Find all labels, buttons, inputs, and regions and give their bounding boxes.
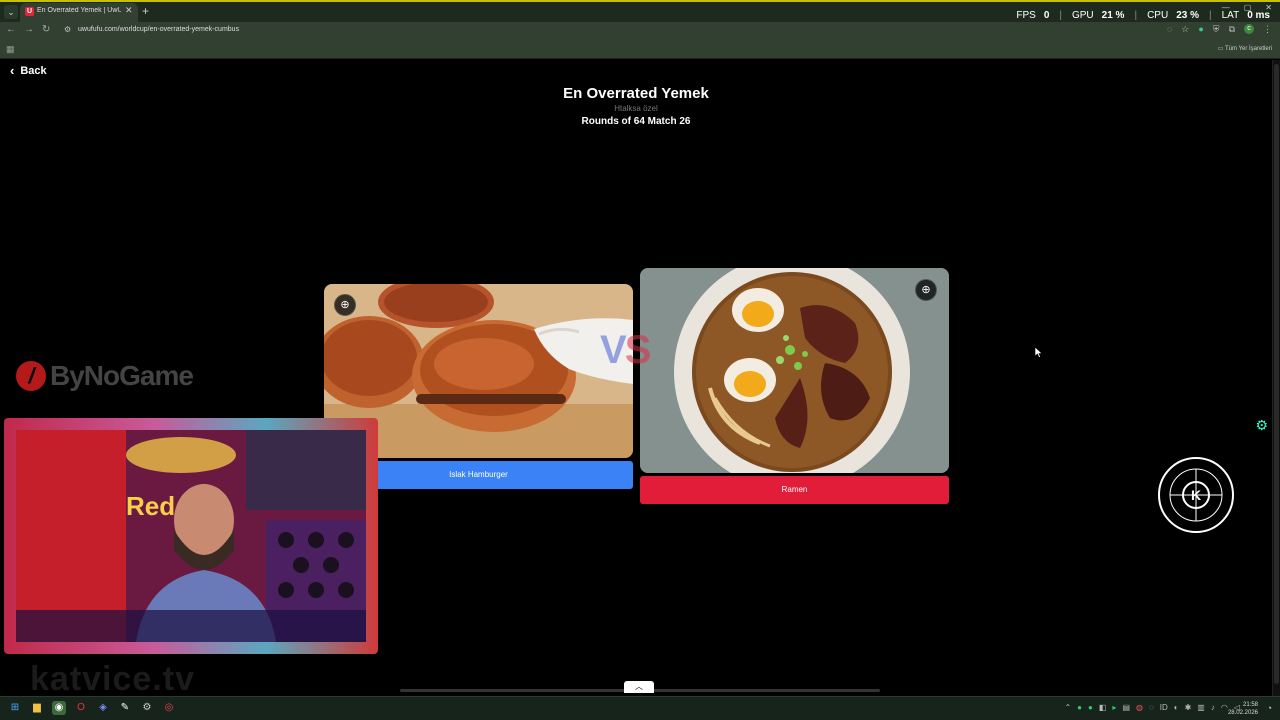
tray-expand-icon[interactable]: ⌃ bbox=[1064, 703, 1071, 712]
katvice-watermark: katvice.tv bbox=[30, 660, 195, 698]
chrome-icon[interactable]: ◉ bbox=[52, 701, 66, 715]
address-bar-actions: ◌ ☆ ● ⛨ ⧉ c ⋮ bbox=[1167, 24, 1272, 35]
app-icon[interactable]: ◎ bbox=[162, 701, 176, 715]
taskbar-apps: ⊞ ▆ ◉ O ◈ ✎ ⚙ ◎ bbox=[8, 701, 176, 715]
discord-icon[interactable]: ◈ bbox=[96, 701, 110, 715]
browser-tab[interactable]: U En Overrated Yemek | UwUFUFU ✕ bbox=[20, 3, 138, 22]
url-field[interactable]: uwufufu.com/worldcup/en-overrated-yemek-… bbox=[78, 26, 239, 33]
bookmark-star-icon[interactable]: ☆ bbox=[1181, 24, 1189, 35]
steam-icon[interactable]: ◐ bbox=[1174, 703, 1179, 712]
system-tray: ⌃ ● ● ◧ ▸ ▤ ◍ ◌ ID ◐ ✱ ▥ ♪ ◠ ◁ bbox=[1064, 703, 1240, 712]
gear-icon[interactable]: ⚙ bbox=[1255, 417, 1268, 434]
site-info-icon[interactable]: ⚙ bbox=[64, 25, 71, 34]
back-arrow-icon[interactable]: ← bbox=[6, 24, 16, 35]
page-content: ‹ Back En Overrated Yemek Htalksa özel R… bbox=[0, 60, 1272, 698]
extension-dot-icon[interactable]: ● bbox=[1198, 24, 1203, 35]
microphone-icon[interactable]: ♪ bbox=[1211, 703, 1215, 712]
bynogame-logo-icon: / bbox=[16, 361, 46, 391]
taskbar-clock[interactable]: 21:58 28.02.2026 bbox=[1228, 701, 1258, 717]
minimize-icon[interactable]: — bbox=[1222, 3, 1230, 12]
tray-app-icon[interactable]: ID bbox=[1160, 703, 1168, 712]
back-label: Back bbox=[20, 64, 47, 77]
notes-icon[interactable]: ✎ bbox=[118, 701, 132, 715]
all-bookmarks-link[interactable]: ▭ Tüm Yer İşaretleri bbox=[1218, 45, 1272, 52]
eye-off-icon[interactable]: ◌ bbox=[1167, 24, 1172, 35]
tray-app-icon[interactable]: ● bbox=[1088, 703, 1093, 712]
wifi-icon[interactable]: ◠ bbox=[1221, 703, 1228, 712]
bluetooth-icon[interactable]: ✱ bbox=[1185, 703, 1192, 712]
apps-grid-icon[interactable]: ▦ bbox=[6, 44, 15, 55]
extensions-icon[interactable]: ⧉ bbox=[1229, 24, 1235, 35]
windows-taskbar: ⊞ ▆ ◉ O ◈ ✎ ⚙ ◎ ⌃ ● ● ◧ ▸ ▤ ◍ ◌ ID ◐ ✱ ▥… bbox=[0, 696, 1280, 720]
maximize-icon[interactable]: ▢ bbox=[1244, 3, 1252, 12]
screen: ⌄ U En Overrated Yemek | UwUFUFU ✕ + FPS… bbox=[0, 0, 1280, 720]
webcam-video: Red bbox=[16, 430, 366, 642]
fps-stat: FPS 0 bbox=[1016, 10, 1050, 21]
reload-icon[interactable]: ↻ bbox=[42, 24, 50, 35]
webcam-overlay: Red bbox=[4, 418, 378, 654]
svg-text:Red: Red bbox=[126, 491, 175, 521]
profile-avatar[interactable]: c bbox=[1244, 24, 1254, 34]
site-favicon-icon: U bbox=[25, 7, 34, 16]
address-bar: ← → ↻ ⚙ uwufufu.com/worldcup/en-overrate… bbox=[0, 22, 1280, 40]
forward-arrow-icon[interactable]: → bbox=[24, 24, 34, 35]
menu-dots-icon[interactable]: ⋮ bbox=[1263, 24, 1272, 35]
vs-label: VS bbox=[600, 328, 651, 372]
file-explorer-icon[interactable]: ▆ bbox=[30, 701, 44, 715]
tab-close-icon[interactable]: ✕ bbox=[125, 5, 133, 16]
tab-search-icon[interactable]: ⌄ bbox=[4, 5, 18, 19]
shield-icon[interactable]: ⛨ bbox=[1213, 24, 1220, 35]
vertical-scrollbar[interactable] bbox=[1272, 60, 1280, 696]
studio-logo: K bbox=[1157, 456, 1235, 534]
folder-icon: ▭ bbox=[1217, 46, 1225, 52]
zoom-in-icon[interactable]: ⊕ bbox=[334, 294, 356, 316]
back-button[interactable]: ‹ Back bbox=[10, 63, 47, 78]
page-subtitle: Htalksa özel bbox=[614, 104, 658, 113]
tray-app-icon[interactable]: ◌ bbox=[1149, 703, 1154, 712]
tray-app-icon[interactable]: ◍ bbox=[1136, 703, 1143, 712]
browser-tab-bar: ⌄ U En Overrated Yemek | UwUFUFU ✕ + FPS… bbox=[0, 0, 1280, 22]
tray-app-icon[interactable]: ▤ bbox=[1122, 703, 1130, 712]
tray-app-icon[interactable]: ▸ bbox=[1112, 703, 1116, 712]
bookmarks-bar: ▦ ▭ Tüm Yer İşaretleri bbox=[0, 40, 1280, 59]
opera-icon[interactable]: O bbox=[74, 701, 88, 715]
cpu-stat: CPU 23 % bbox=[1147, 10, 1199, 21]
bynogame-watermark: / ByNoGame bbox=[16, 360, 194, 392]
page-title: En Overrated Yemek bbox=[563, 85, 709, 102]
tray-app-icon[interactable]: ◧ bbox=[1099, 703, 1107, 712]
close-window-icon[interactable]: ✕ bbox=[1265, 3, 1272, 12]
network-icon[interactable]: ▥ bbox=[1197, 703, 1205, 712]
window-controls: — ▢ ✕ bbox=[1222, 3, 1272, 12]
new-tab-button[interactable]: + bbox=[142, 4, 149, 18]
notification-bell-icon[interactable]: ◔ bbox=[1267, 703, 1272, 713]
tab-title: En Overrated Yemek | UwUFUFU bbox=[37, 7, 121, 14]
mouse-cursor-icon bbox=[1035, 347, 1043, 358]
settings-icon[interactable]: ⚙ bbox=[140, 701, 154, 715]
windows-start-icon[interactable]: ⊞ bbox=[8, 701, 22, 715]
gpu-stat: GPU 21 % bbox=[1071, 10, 1125, 21]
chevron-up-icon[interactable]: ︿ bbox=[624, 681, 654, 693]
right-choice-image[interactable]: ⊕ bbox=[640, 268, 949, 473]
round-info: Rounds of 64 Match 26 bbox=[581, 116, 691, 127]
tray-app-icon[interactable]: ● bbox=[1077, 703, 1082, 712]
zoom-in-icon[interactable]: ⊕ bbox=[915, 279, 937, 301]
right-choice-button[interactable]: Ramen bbox=[640, 476, 949, 504]
chevron-left-icon: ‹ bbox=[10, 63, 15, 78]
